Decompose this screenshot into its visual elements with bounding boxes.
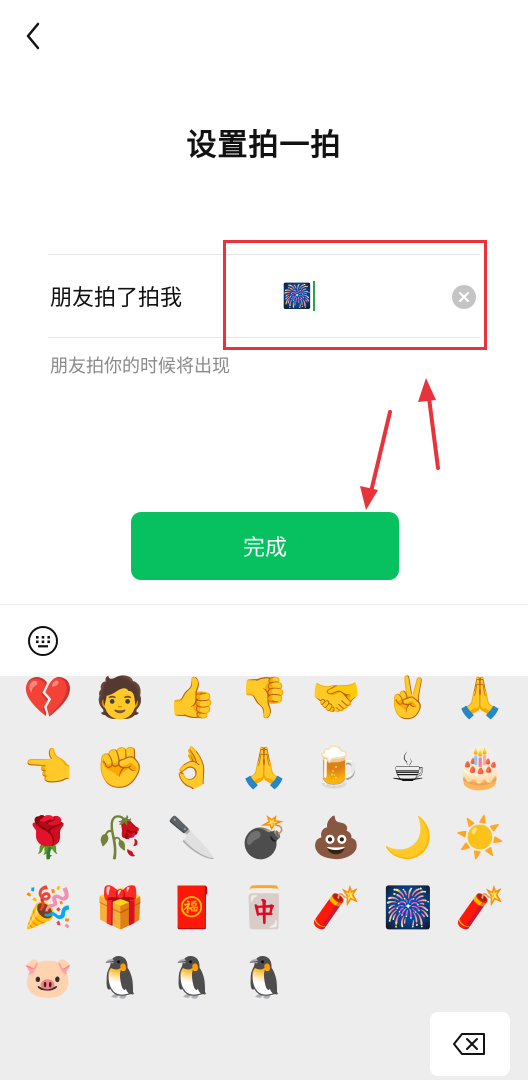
backspace-button[interactable] bbox=[430, 1012, 510, 1076]
emoji-item[interactable]: ✊ bbox=[90, 738, 150, 798]
annotation-arrow-1 bbox=[426, 388, 440, 470]
emoji-item[interactable]: 👈 bbox=[18, 738, 78, 798]
emoji-item[interactable]: 👌 bbox=[162, 738, 222, 798]
emoji-item[interactable]: 💩 bbox=[306, 808, 366, 868]
emoji-item[interactable]: 🐧 bbox=[90, 948, 150, 1008]
annotation-arrowhead-1 bbox=[418, 378, 436, 402]
page-title: 设置拍一拍 bbox=[186, 128, 342, 163]
emoji-item[interactable]: 🙏 bbox=[450, 668, 510, 728]
emoji-item[interactable]: ✌️ bbox=[378, 668, 438, 728]
emoji-item[interactable]: 🀄 bbox=[234, 878, 294, 938]
emoji-item[interactable]: 👎 bbox=[234, 668, 294, 728]
emoji-item[interactable]: 🧑 bbox=[90, 668, 150, 728]
emoji-item[interactable]: 🌹 bbox=[18, 808, 78, 868]
emoji-item[interactable]: 🎆 bbox=[378, 878, 438, 938]
emoji-item[interactable]: 👍 bbox=[162, 668, 222, 728]
annotation-highlight-box bbox=[223, 240, 487, 350]
annotation-arrow-2 bbox=[368, 410, 392, 498]
emoji-item[interactable]: 🐷 bbox=[18, 948, 78, 1008]
pat-label: 朋友拍了拍我 bbox=[50, 286, 183, 311]
emoji-item[interactable]: 🎁 bbox=[90, 878, 150, 938]
emoji-item[interactable]: 🎉 bbox=[18, 878, 78, 938]
emoji-item[interactable]: 🧨 bbox=[306, 878, 366, 938]
annotation-arrowhead-2 bbox=[360, 486, 378, 510]
emoji-item[interactable]: 🌙 bbox=[378, 808, 438, 868]
emoji-item[interactable]: 🔪 bbox=[162, 808, 222, 868]
settings-page: 设置拍一拍 朋友拍了拍我 🎆 朋友拍你的时候将出现 完成 bbox=[0, 0, 528, 676]
emoji-item[interactable]: ☕ bbox=[378, 738, 438, 798]
emoji-item[interactable]: 🙏 bbox=[234, 738, 294, 798]
emoji-item[interactable]: 🤝 bbox=[306, 668, 366, 728]
emoji-item[interactable]: 🍺 bbox=[306, 738, 366, 798]
emoji-item[interactable]: 🥀 bbox=[90, 808, 150, 868]
back-chevron-icon[interactable] bbox=[20, 18, 46, 54]
keyboard-toggle-icon[interactable] bbox=[28, 626, 58, 656]
backspace-icon bbox=[453, 1033, 485, 1055]
emoji-item[interactable]: 🎂 bbox=[450, 738, 510, 798]
emoji-item[interactable]: 🧧 bbox=[162, 878, 222, 938]
emoji-item[interactable]: 💔 bbox=[18, 668, 78, 728]
emoji-panel: 💔 🧑 👍 👎 🤝 ✌️ 🙏 👈 ✊ 👌 🙏 🍺 ☕ 🎂 🌹 🥀 🔪 💣 💩 🌙 ☀️ 🎉 🎁 🧧 🀄 🧨 🎆 🧨 🐷 🐧 🐧 🐧 bbox=[0, 676, 528, 1080]
emoji-item[interactable]: 🧨 bbox=[450, 878, 510, 938]
emoji-item[interactable]: 💣 bbox=[234, 808, 294, 868]
hint-text: 朋友拍你的时候将出现 bbox=[50, 356, 230, 377]
emoji-item[interactable]: ☀️ bbox=[450, 808, 510, 868]
emoji-item[interactable]: 🐧 bbox=[162, 948, 222, 1008]
done-button[interactable]: 完成 bbox=[131, 512, 399, 580]
emoji-item[interactable]: 🐧 bbox=[234, 948, 294, 1008]
toolbar-divider bbox=[0, 604, 528, 605]
